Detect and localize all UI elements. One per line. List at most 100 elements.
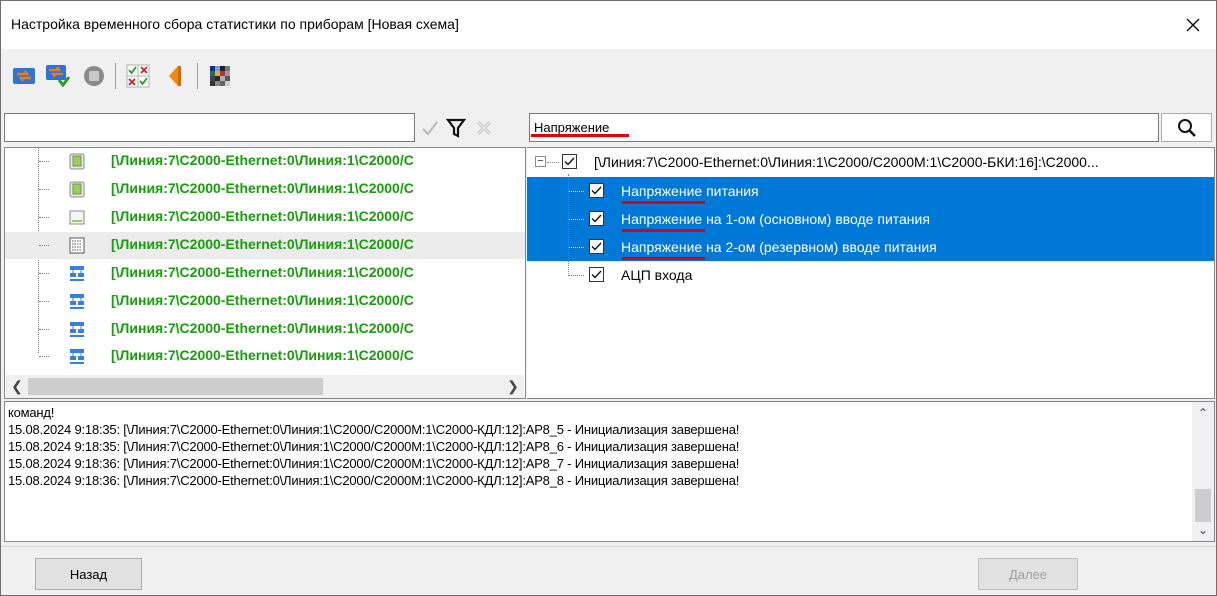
tree-item-parameter[interactable]: АЦП входа (527, 261, 1214, 289)
refresh-settings-icon (46, 65, 71, 88)
tree-connector (39, 245, 49, 246)
tree-connector (568, 247, 584, 248)
search-match-underline (622, 229, 705, 232)
tree-connector (39, 161, 49, 162)
checkmark-icon (591, 214, 602, 223)
refresh-button[interactable] (9, 61, 39, 91)
apply-check-icon (422, 121, 438, 136)
log-output[interactable]: команд! 15.08.2024 9:18:35: [\Линия:7\C2… (4, 401, 1215, 542)
title-bar: Настройка временного сбора статистики по… (1, 1, 1216, 49)
search-button[interactable] (1161, 113, 1212, 142)
tree-root-label: [\Линия:7\C2000-Ethernet:0\Линия:1\C2000… (594, 154, 1099, 170)
horizontal-scrollbar[interactable]: ❮ ❯ (6, 375, 524, 398)
search-match-underline (622, 257, 705, 260)
root-checkbox[interactable] (562, 154, 577, 169)
tree-item-label: [\Линия:7\C2000-Ethernet:0\Линия:1\C2000… (111, 236, 414, 252)
search-match-underline (622, 201, 705, 204)
tree-item-label: [\Линия:7\C2000-Ethernet:0\Линия:1\C2000… (111, 320, 414, 336)
log-line: команд! (8, 405, 55, 420)
scroll-left-icon[interactable]: ❮ (6, 375, 28, 398)
tree-connector (568, 174, 569, 274)
tree-item-label: [\Линия:7\C2000-Ethernet:0\Линия:1\C2000… (111, 292, 414, 308)
device-tree[interactable]: [\Линия:7\C2000-Ethernet:0\Линия:1\C2000… (4, 147, 526, 399)
back-arrow-icon (169, 66, 181, 86)
keypad-icon (69, 237, 85, 254)
parameter-label: Напряжение на 2-ом (резервном) вводе пит… (621, 239, 937, 255)
toolbar-separator (115, 63, 116, 89)
refresh-settings-button[interactable] (43, 61, 73, 91)
scroll-right-icon[interactable]: ❯ (502, 375, 524, 398)
tree-item-device[interactable]: [\Линия:7\C2000-Ethernet:0\Линия:1\C2000… (5, 232, 525, 259)
clear-filter-icon (476, 120, 492, 136)
checkmark-icon (564, 157, 575, 166)
apply-filter-button[interactable] (417, 114, 443, 142)
network-icon (70, 322, 84, 337)
parameter-checkbox[interactable] (589, 211, 604, 226)
window-title: Настройка временного сбора статистики по… (11, 16, 459, 32)
tree-item-device[interactable]: [\Линия:7\C2000-Ethernet:0\Линия:1\C2000… (5, 260, 525, 287)
filter-icon (446, 118, 466, 138)
stop-button[interactable] (79, 61, 109, 91)
device-icon (69, 153, 85, 170)
tree-item-device[interactable]: [\Линия:7\C2000-Ethernet:0\Линия:1\C2000… (5, 148, 525, 175)
divider (1, 546, 1216, 547)
next-button[interactable]: Далее (978, 558, 1078, 590)
network-icon (70, 349, 84, 364)
tree-item-label: [\Линия:7\C2000-Ethernet:0\Линия:1\C2000… (111, 152, 414, 168)
log-line: 15.08.2024 9:18:36: [\Линия:7\C2000-Ethe… (8, 473, 740, 488)
close-icon (1186, 18, 1200, 32)
back-arrow-button[interactable] (159, 61, 189, 91)
scroll-thumb[interactable] (28, 378, 323, 395)
search-highlight-underline (531, 134, 629, 137)
search-icon (1177, 118, 1196, 137)
vertical-scrollbar[interactable]: ⌃ ⌄ (1192, 402, 1214, 541)
tree-connector (39, 189, 49, 190)
tree-connector (39, 301, 49, 302)
tree-root[interactable]: − [\Линия:7\C2000-Ethernet:0\Линия:1\C20… (527, 148, 1214, 176)
color-palette-button[interactable] (205, 61, 235, 91)
tree-item-parameter[interactable]: Напряжение на 2-ом (резервном) вводе пит… (527, 233, 1214, 261)
device-icon (69, 181, 85, 198)
parameter-checkbox[interactable] (589, 267, 604, 282)
checkmark-icon (591, 270, 602, 279)
tree-item-parameter[interactable]: Напряжение питания (527, 177, 1214, 205)
filter-button[interactable] (443, 114, 469, 142)
parameter-label: Напряжение питания (621, 183, 759, 199)
scroll-up-icon[interactable]: ⌃ (1192, 402, 1214, 424)
filter-input[interactable] (4, 113, 415, 142)
tree-item-device[interactable]: [\Линия:7\C2000-Ethernet:0\Линия:1\C2000… (5, 288, 525, 315)
check-grid-icon (126, 64, 150, 88)
tree-item-label: [\Линия:7\C2000-Ethernet:0\Линия:1\C2000… (111, 180, 414, 196)
check-grid-button[interactable] (123, 61, 153, 91)
clear-filter-button[interactable] (471, 114, 497, 142)
parameter-label: Напряжение на 1-ом (основном) вводе пита… (621, 211, 930, 227)
stop-icon (84, 66, 104, 86)
network-icon (70, 294, 84, 309)
tree-item-label: [\Линия:7\C2000-Ethernet:0\Линия:1\C2000… (111, 347, 414, 363)
toolbar-separator (197, 63, 198, 89)
search-input[interactable] (529, 113, 1159, 142)
refresh-icon (13, 68, 35, 84)
close-button[interactable] (1170, 1, 1216, 49)
dialog-window: Настройка временного сбора статистики по… (0, 0, 1217, 596)
parameter-checkbox[interactable] (589, 183, 604, 198)
tree-item-device[interactable]: [\Линия:7\C2000-Ethernet:0\Линия:1\C2000… (5, 204, 525, 231)
tree-item-parameter[interactable]: Напряжение на 1-ом (основном) вводе пита… (527, 205, 1214, 233)
parameters-tree[interactable]: − [\Линия:7\C2000-Ethernet:0\Линия:1\C20… (527, 147, 1215, 399)
scroll-down-icon[interactable]: ⌄ (1192, 519, 1214, 541)
tree-item-device[interactable]: [\Линия:7\C2000-Ethernet:0\Линия:1\C2000… (5, 343, 525, 370)
back-button[interactable]: Назад (35, 558, 142, 590)
checkmark-icon (591, 242, 602, 251)
tree-item-device[interactable]: [\Линия:7\C2000-Ethernet:0\Линия:1\C2000… (5, 316, 525, 343)
tree-item-label: [\Линия:7\C2000-Ethernet:0\Линия:1\C2000… (111, 208, 414, 224)
toolbar (1, 49, 1216, 107)
tree-item-label: [\Линия:7\C2000-Ethernet:0\Линия:1\C2000… (111, 264, 414, 280)
parameter-checkbox[interactable] (589, 239, 604, 254)
parameter-label: АЦП входа (621, 267, 693, 283)
scroll-thumb[interactable] (1195, 489, 1211, 522)
tree-connector (568, 219, 584, 220)
panel-icon (69, 210, 85, 225)
collapse-icon[interactable]: − (535, 156, 546, 167)
log-line: 15.08.2024 9:18:35: [\Линия:7\C2000-Ethe… (8, 439, 740, 454)
tree-item-device[interactable]: [\Линия:7\C2000-Ethernet:0\Линия:1\C2000… (5, 176, 525, 203)
